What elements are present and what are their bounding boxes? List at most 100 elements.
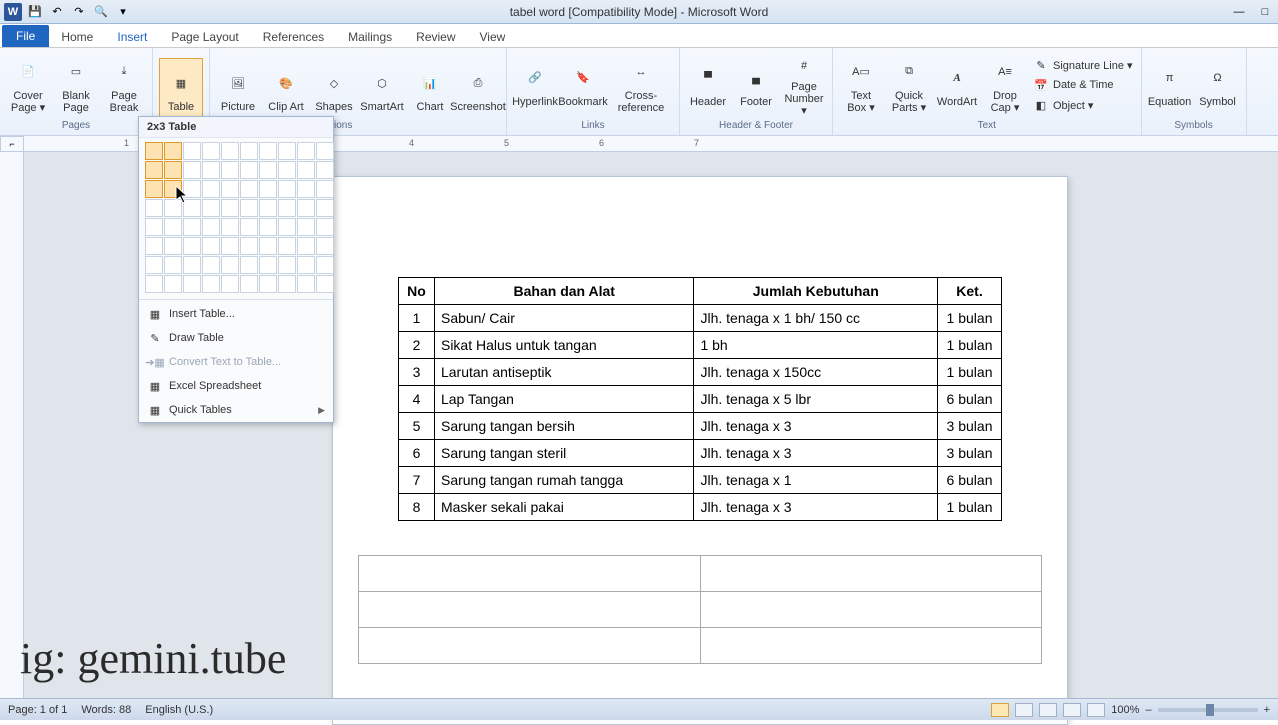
chart-button[interactable]: 📊Chart [408,58,452,124]
grid-cell[interactable] [259,161,277,179]
grid-cell[interactable] [221,199,239,217]
page-number-button[interactable]: #Page Number ▾ [782,52,826,118]
grid-cell[interactable] [183,237,201,255]
clipart-button[interactable]: 🎨Clip Art [264,58,308,124]
cell-bahan[interactable]: Sabun/ Cair [434,305,693,332]
cell-ket[interactable]: 3 bulan [938,413,1002,440]
grid-cell[interactable] [221,218,239,236]
col-ket[interactable]: Ket. [938,278,1002,305]
grid-cell[interactable] [202,256,220,274]
cell-ket[interactable]: 3 bulan [938,440,1002,467]
grid-cell[interactable] [297,142,315,160]
dropcap-button[interactable]: A≡Drop Cap ▾ [983,52,1027,118]
grid-cell[interactable] [145,256,163,274]
grid-cell[interactable] [316,199,334,217]
cell-jumlah[interactable]: Jlh. tenaga x 150cc [694,359,938,386]
grid-cell[interactable] [297,237,315,255]
grid-cell[interactable] [221,180,239,198]
zoom-slider[interactable] [1158,708,1258,712]
grid-cell[interactable] [164,237,182,255]
cover-page-button[interactable]: 📄Cover Page ▾ [6,52,50,118]
cell-no[interactable]: 1 [399,305,435,332]
grid-cell[interactable] [259,180,277,198]
col-no[interactable]: No [399,278,435,305]
grid-cell[interactable] [183,256,201,274]
equation-button[interactable]: πEquation [1148,52,1192,118]
grid-cell[interactable] [297,275,315,293]
cell-no[interactable]: 5 [399,413,435,440]
grid-cell[interactable] [278,142,296,160]
grid-cell[interactable] [278,275,296,293]
grid-cell[interactable] [183,180,201,198]
grid-cell[interactable] [145,161,163,179]
grid-cell[interactable] [297,199,315,217]
vertical-ruler[interactable] [0,152,24,698]
grid-cell[interactable] [145,180,163,198]
cell-jumlah[interactable]: Jlh. tenaga x 3 [694,494,938,521]
smartart-button[interactable]: ⬡SmartArt [360,58,404,124]
grid-cell[interactable] [278,161,296,179]
grid-cell[interactable] [202,218,220,236]
quick-tables-menu[interactable]: ▦Quick Tables▶ [139,398,333,422]
grid-cell[interactable] [202,275,220,293]
grid-cell[interactable] [316,237,334,255]
grid-cell[interactable] [240,199,258,217]
cell-jumlah[interactable]: 1 bh [694,332,938,359]
cell-jumlah[interactable]: Jlh. tenaga x 5 lbr [694,386,938,413]
cell-bahan[interactable]: Sarung tangan bersih [434,413,693,440]
grid-cell[interactable] [183,218,201,236]
tab-review[interactable]: Review [404,27,467,47]
tab-view[interactable]: View [468,27,518,47]
table-row[interactable]: 6Sarung tangan sterilJlh. tenaga x 33 bu… [399,440,1002,467]
bookmark-button[interactable]: 🔖Bookmark [561,52,605,118]
date-time-button[interactable]: 📅Date & Time [1031,76,1135,94]
grid-cell[interactable] [259,218,277,236]
grid-cell[interactable] [316,218,334,236]
grid-cell[interactable] [278,218,296,236]
grid-cell[interactable] [316,256,334,274]
status-language[interactable]: English (U.S.) [145,704,213,716]
grid-cell[interactable] [240,256,258,274]
grid-cell[interactable] [145,199,163,217]
grid-cell[interactable] [259,237,277,255]
textbox-button[interactable]: A▭Text Box ▾ [839,52,883,118]
grid-cell[interactable] [221,142,239,160]
cell-no[interactable]: 6 [399,440,435,467]
draw-table-menu[interactable]: ✎Draw Table [139,326,333,350]
grid-cell[interactable] [240,275,258,293]
table-row[interactable]: 8Masker sekali pakaiJlh. tenaga x 31 bul… [399,494,1002,521]
grid-cell[interactable] [259,275,277,293]
footer-button[interactable]: ▄Footer [734,52,778,118]
grid-cell[interactable] [221,161,239,179]
grid-cell[interactable] [221,275,239,293]
cell-ket[interactable]: 1 bulan [938,494,1002,521]
view-print-layout[interactable] [991,703,1009,717]
grid-cell[interactable] [278,180,296,198]
cell-no[interactable]: 3 [399,359,435,386]
symbol-button[interactable]: ΩSymbol [1196,52,1240,118]
grid-cell[interactable] [297,218,315,236]
excel-spreadsheet-menu[interactable]: ▦Excel Spreadsheet [139,374,333,398]
cell-ket[interactable]: 6 bulan [938,467,1002,494]
grid-cell[interactable] [164,161,182,179]
grid-cell[interactable] [202,237,220,255]
status-page[interactable]: Page: 1 of 1 [8,704,67,716]
table-row[interactable]: 1Sabun/ CairJlh. tenaga x 1 bh/ 150 cc1 … [399,305,1002,332]
cell-bahan[interactable]: Sarung tangan steril [434,440,693,467]
quickparts-button[interactable]: ⧉Quick Parts ▾ [887,52,931,118]
undo-icon[interactable]: ↶ [48,3,66,21]
zoom-thumb[interactable] [1206,704,1214,716]
grid-cell[interactable] [183,199,201,217]
table-row[interactable]: 3Larutan antiseptikJlh. tenaga x 150cc1 … [399,359,1002,386]
cell-bahan[interactable]: Larutan antiseptik [434,359,693,386]
crossref-button[interactable]: ↔Cross-reference [609,52,673,118]
cell-ket[interactable]: 1 bulan [938,332,1002,359]
grid-cell[interactable] [164,218,182,236]
grid-cell[interactable] [278,256,296,274]
grid-cell[interactable] [240,180,258,198]
minimize-button[interactable]: — [1230,5,1248,19]
cell-jumlah[interactable]: Jlh. tenaga x 1 [694,467,938,494]
grid-cell[interactable] [297,256,315,274]
grid-cell[interactable] [183,275,201,293]
grid-cell[interactable] [164,180,182,198]
